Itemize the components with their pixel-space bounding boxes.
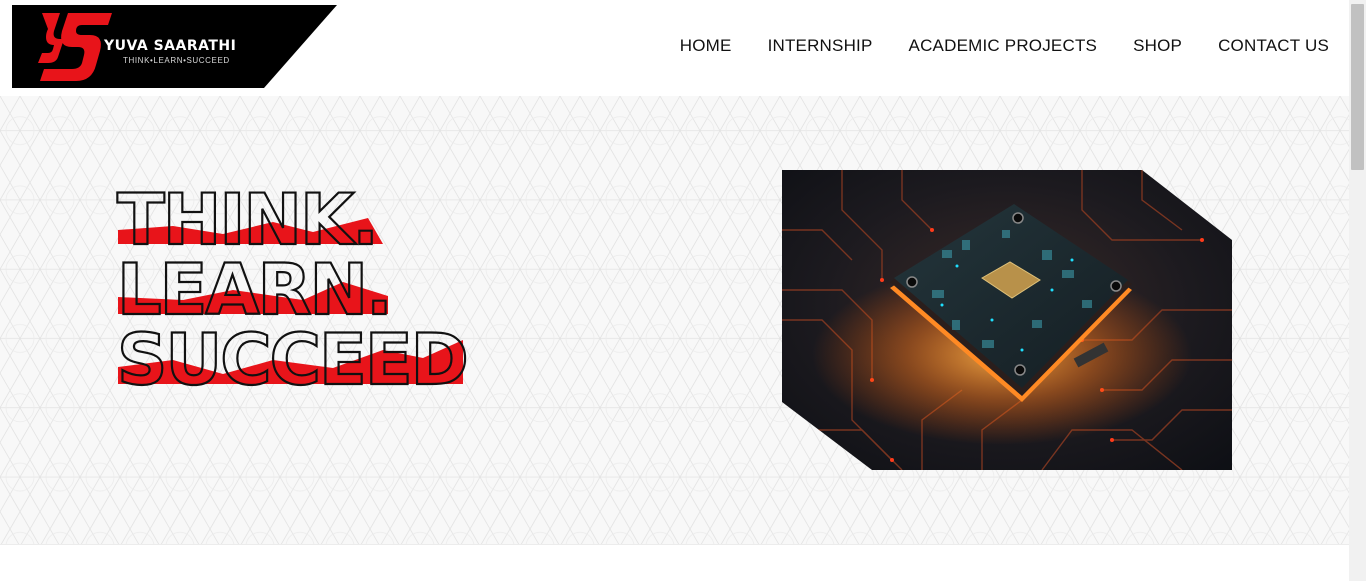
hero-headline: THINK. LEARN. SUCCEED xyxy=(116,182,470,392)
page-scrollbar[interactable] xyxy=(1349,0,1366,581)
nav-internship[interactable]: INTERNSHIP xyxy=(768,36,873,56)
brand-logo[interactable]: YUVA SAARATHI THINK•LEARN•SUCCEED xyxy=(12,5,337,88)
scrollbar-thumb[interactable] xyxy=(1351,4,1364,170)
hero-section: THINK. LEARN. SUCCEED xyxy=(0,96,1349,544)
main-nav: HOME INTERNSHIP ACADEMIC PROJECTS SHOP C… xyxy=(680,36,1329,56)
brand-name: YUVA SAARATHI xyxy=(104,38,237,54)
nav-contact-us[interactable]: CONTACT US xyxy=(1218,36,1329,56)
content-area xyxy=(0,544,1349,581)
circuit-chip-image xyxy=(782,170,1232,470)
brand-tagline: THINK•LEARN•SUCCEED xyxy=(123,56,230,65)
page: YUVA SAARATHI THINK•LEARN•SUCCEED HOME I… xyxy=(0,0,1366,581)
headline-line-3: SUCCEED xyxy=(117,319,467,392)
nav-home[interactable]: HOME xyxy=(680,36,732,56)
nav-shop[interactable]: SHOP xyxy=(1133,36,1182,56)
nav-academic-projects[interactable]: ACADEMIC PROJECTS xyxy=(909,36,1098,56)
site-header: YUVA SAARATHI THINK•LEARN•SUCCEED HOME I… xyxy=(0,0,1349,96)
